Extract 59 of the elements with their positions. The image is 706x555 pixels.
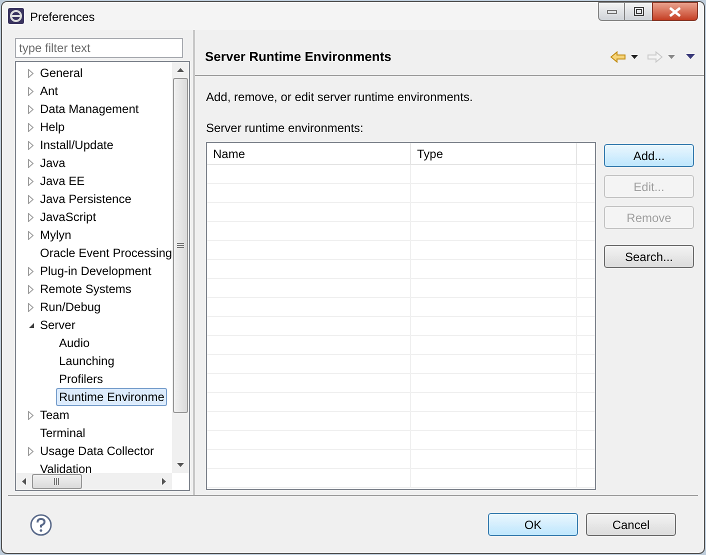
- grip-icon: [54, 478, 60, 485]
- tree-item[interactable]: Install/Update: [38, 136, 116, 154]
- tree-item[interactable]: Usage Data Collector: [38, 442, 156, 460]
- scroll-thumb[interactable]: [32, 474, 82, 489]
- tree-item[interactable]: Java Persistence: [38, 190, 134, 208]
- scroll-up-icon[interactable]: [177, 68, 184, 72]
- tree-item[interactable]: Ant: [38, 82, 60, 100]
- expanded-arrow-icon[interactable]: [28, 322, 34, 328]
- dialog-button[interactable]: Cancel: [586, 513, 676, 536]
- back-arrow-icon[interactable]: [610, 50, 626, 62]
- maximize-button[interactable]: [625, 2, 652, 21]
- page-description: Add, remove, or edit server runtime environments.: [206, 89, 474, 106]
- close-icon: [669, 6, 681, 16]
- collapsed-arrow-icon[interactable]: [28, 446, 34, 456]
- scroll-down-icon[interactable]: [177, 463, 184, 467]
- tree-item[interactable]: Validation: [38, 460, 94, 473]
- tree-item[interactable]: Java EE: [38, 172, 87, 190]
- tree-item[interactable]: JavaScript: [38, 208, 98, 226]
- window-title: Preferences: [30, 9, 95, 26]
- tree-item[interactable]: General: [38, 64, 85, 82]
- maximize-icon: [634, 7, 644, 16]
- column-header[interactable]: Name: [207, 143, 411, 164]
- help-icon[interactable]: [30, 514, 52, 536]
- column-header[interactable]: Type: [411, 143, 577, 164]
- tree-item[interactable]: Mylyn: [38, 226, 74, 244]
- tree-item[interactable]: Remote Systems: [38, 280, 134, 298]
- tree-item[interactable]: Plug-in Development: [38, 262, 154, 280]
- action-button[interactable]: Add...: [604, 144, 694, 167]
- scroll-thumb[interactable]: [173, 78, 188, 413]
- dropdown-caret-icon[interactable]: [631, 54, 638, 58]
- tree-item[interactable]: Terminal: [38, 424, 88, 442]
- filter-field[interactable]: type filter text: [15, 38, 183, 58]
- tree-item[interactable]: Oracle Event Processing: [38, 244, 172, 262]
- tree-item[interactable]: Audio: [56, 334, 93, 352]
- vertical-scrollbar[interactable]: [172, 62, 189, 473]
- tree-item[interactable]: Launching: [56, 352, 118, 370]
- app-icon: [8, 8, 24, 24]
- action-button[interactable]: Search...: [604, 245, 694, 268]
- list-label: Server runtime environments:: [206, 120, 364, 137]
- page-title: Server Runtime Environments: [205, 48, 392, 66]
- tree-item[interactable]: Server: [38, 316, 78, 334]
- tree-item[interactable]: Data Management: [38, 100, 141, 118]
- tree-item[interactable]: Runtime Environme: [56, 388, 168, 406]
- close-button[interactable]: [652, 2, 698, 21]
- horizontal-scrollbar[interactable]: [16, 473, 172, 490]
- tree-item[interactable]: Help: [38, 118, 67, 136]
- scroll-right-icon[interactable]: [162, 478, 166, 485]
- tree-item[interactable]: Team: [38, 406, 72, 424]
- minimize-icon: [606, 10, 616, 14]
- tree-item[interactable]: Profilers: [56, 370, 106, 388]
- collapsed-arrow-icon[interactable]: [28, 410, 34, 420]
- dialog-button[interactable]: OK: [488, 513, 578, 536]
- minimize-button[interactable]: [598, 2, 625, 21]
- tree-item[interactable]: Run/Debug: [38, 298, 103, 316]
- tree-item[interactable]: Java: [38, 154, 68, 172]
- view-menu-icon[interactable]: [686, 54, 695, 59]
- grip-icon: [177, 242, 184, 248]
- forward-arrow-icon[interactable]: [647, 50, 663, 62]
- scroll-left-icon[interactable]: [22, 478, 26, 485]
